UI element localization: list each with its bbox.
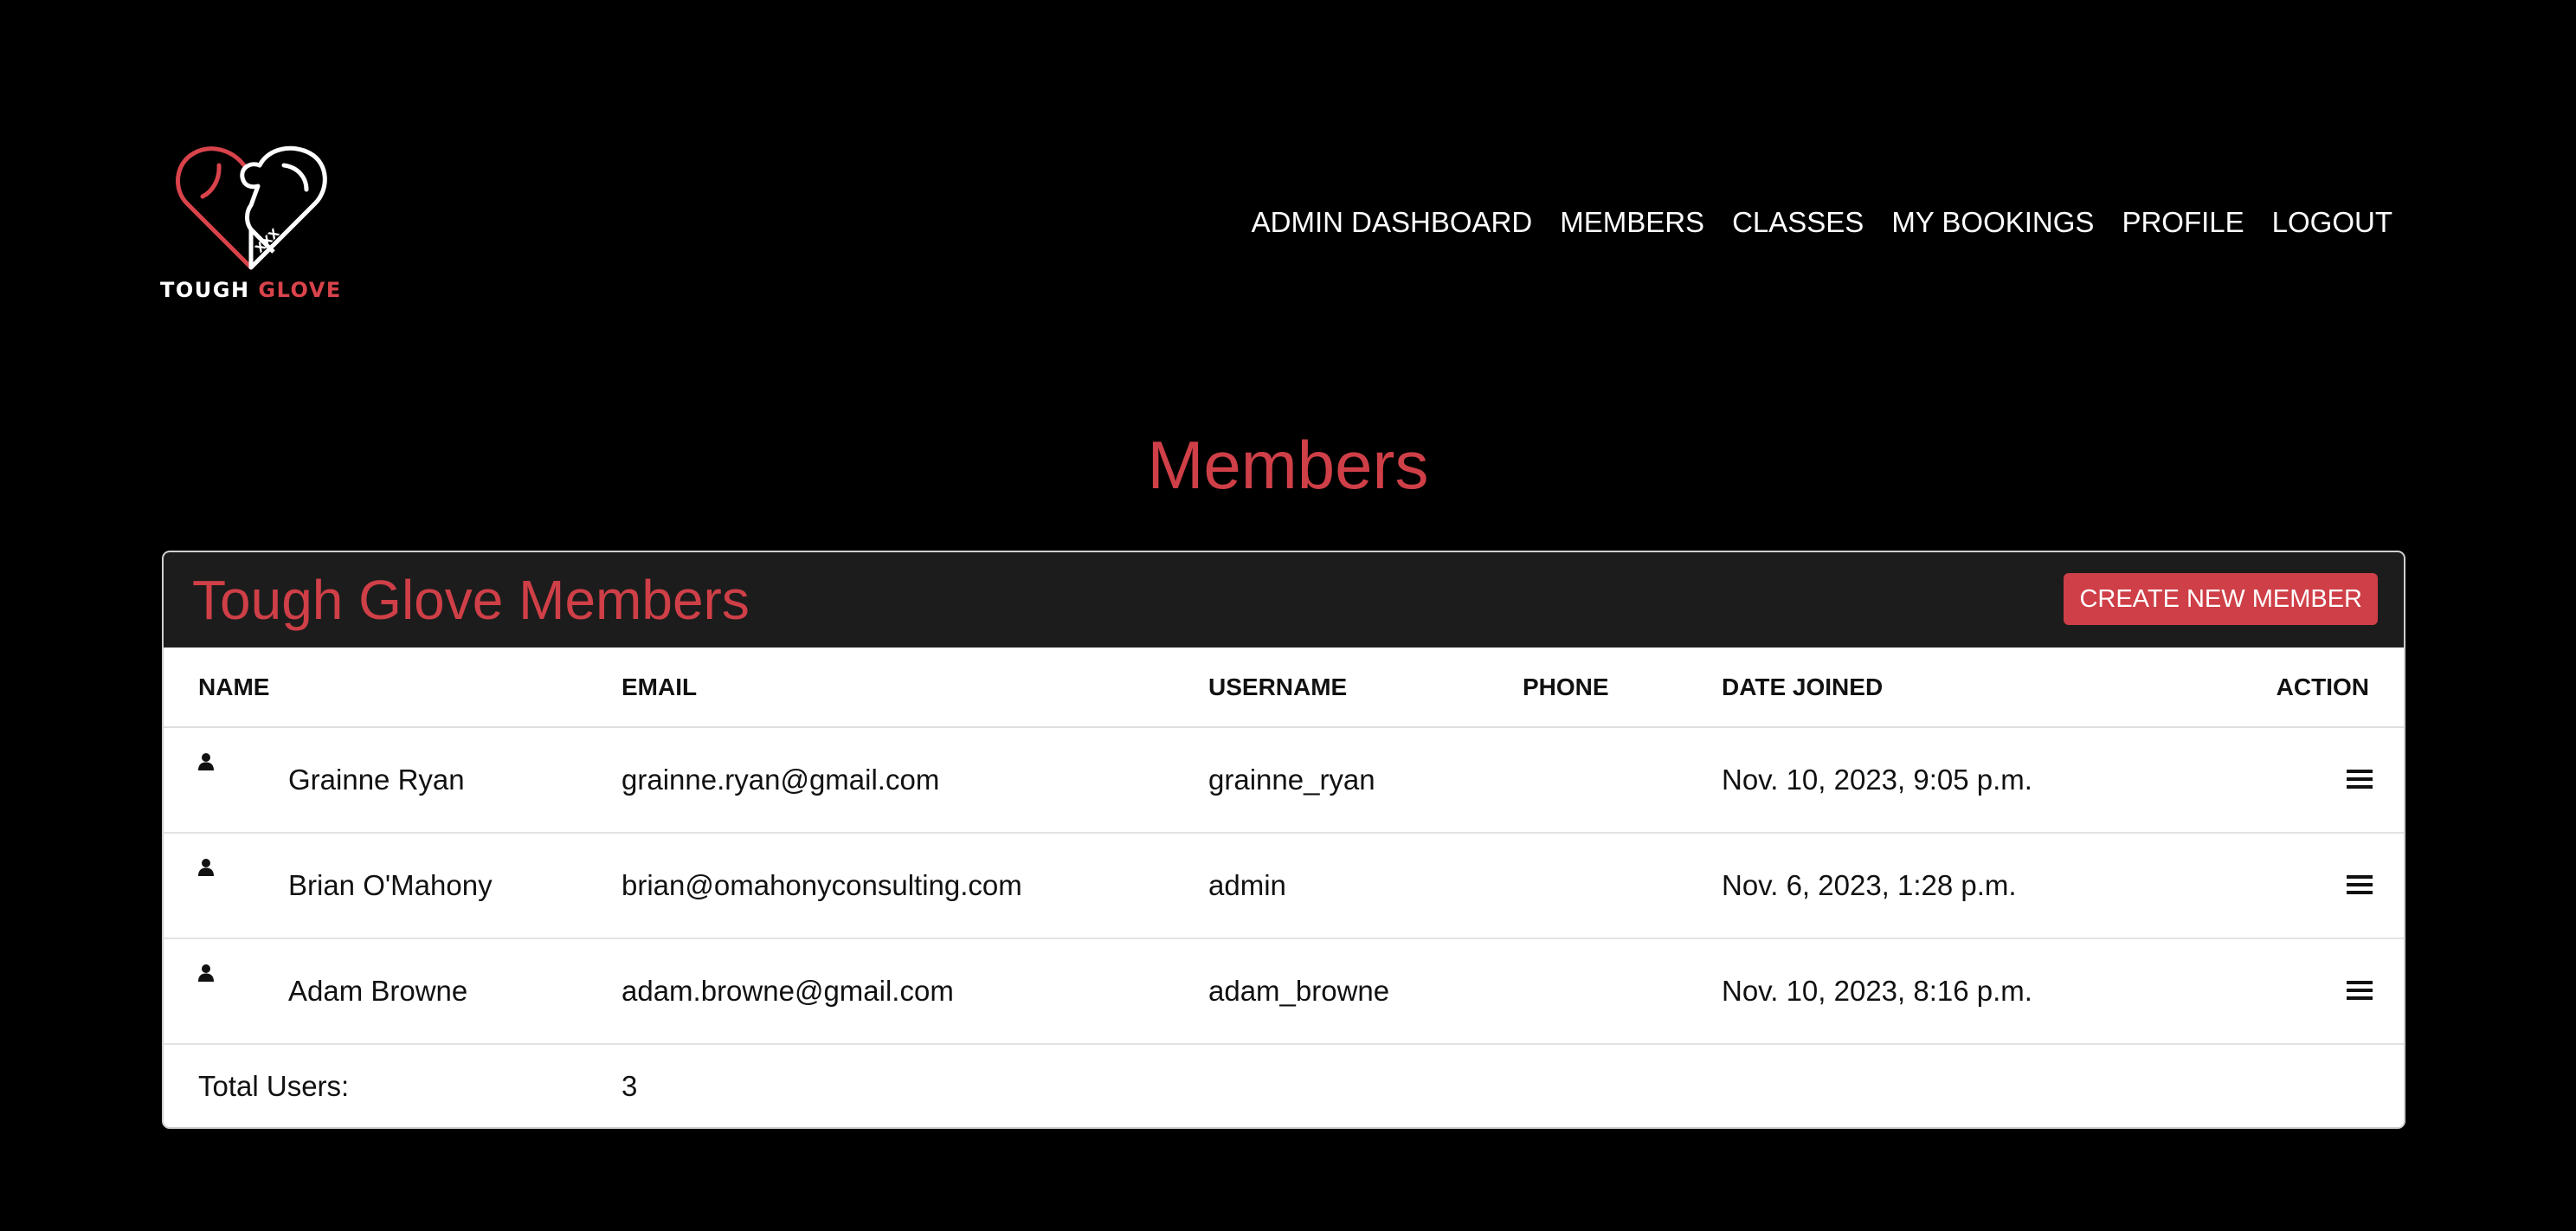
member-action-cell — [2241, 833, 2404, 939]
nav-admin-dashboard[interactable]: ADMIN DASHBOARD — [1252, 206, 1533, 239]
boxing-glove-heart-icon: XXX — [176, 145, 327, 270]
member-email: adam.browne@gmail.com — [621, 938, 1208, 1045]
member-action-cell — [2241, 938, 2404, 1045]
member-name-cell: Grainne Ryan — [164, 727, 621, 834]
card-header: Tough Glove Members CREATE NEW MEMBER — [164, 552, 2404, 648]
table-row[interactable]: Grainne Ryan grainne.ryan@gmail.com grai… — [164, 727, 2404, 834]
column-header-date-joined[interactable]: DATE JOINED — [1722, 648, 2241, 728]
member-name: Adam Browne — [288, 975, 468, 1007]
nav-classes[interactable]: CLASSES — [1732, 206, 1864, 239]
member-action-cell — [2241, 727, 2404, 834]
member-name-cell: Brian O'Mahony — [164, 833, 621, 939]
member-phone — [1523, 938, 1722, 1045]
nav-my-bookings[interactable]: MY BOOKINGS — [1891, 206, 2094, 239]
menu-icon[interactable] — [2347, 874, 2373, 895]
column-header-action: ACTION — [2241, 648, 2404, 728]
create-new-member-button[interactable]: CREATE NEW MEMBER — [2064, 573, 2378, 625]
members-table: NAME EMAIL USERNAME PHONE DATE JOINED AC… — [164, 648, 2404, 1127]
menu-icon[interactable] — [2347, 980, 2373, 1001]
member-phone — [1523, 833, 1722, 939]
brand-name: TOUGH GLOVE — [160, 278, 342, 302]
member-name: Grainne Ryan — [288, 764, 465, 796]
total-empty-cell — [1722, 1044, 2241, 1127]
member-email: brian@omahonyconsulting.com — [621, 833, 1208, 939]
member-phone — [1523, 727, 1722, 834]
nav-logout[interactable]: LOGOUT — [2272, 206, 2392, 239]
menu-icon[interactable] — [2347, 769, 2373, 790]
member-date-joined: Nov. 6, 2023, 1:28 p.m. — [1722, 833, 2241, 939]
column-header-name[interactable]: NAME — [164, 648, 621, 728]
total-empty-cell — [2241, 1044, 2404, 1127]
card-title: Tough Glove Members — [192, 569, 750, 631]
total-users-value: 3 — [621, 1069, 638, 1102]
main-nav: ADMIN DASHBOARD MEMBERS CLASSES MY BOOKI… — [1252, 206, 2392, 239]
brand-logo[interactable]: XXX TOUGH GLOVE — [160, 143, 342, 307]
brand-name-red: GLOVE — [258, 278, 342, 302]
total-empty-cell — [1208, 1044, 1523, 1127]
total-users-row: Total Users: 3 — [164, 1044, 2404, 1127]
member-username: grainne_ryan — [1208, 727, 1523, 834]
page-title: Members — [1147, 427, 1429, 503]
table-row[interactable]: Adam Browne adam.browne@gmail.com adam_b… — [164, 938, 2404, 1045]
table-row[interactable]: Brian O'Mahony brian@omahonyconsulting.c… — [164, 833, 2404, 939]
member-date-joined: Nov. 10, 2023, 9:05 p.m. — [1722, 727, 2241, 834]
nav-members[interactable]: MEMBERS — [1560, 206, 1704, 239]
member-name: Brian O'Mahony — [288, 869, 493, 901]
member-name-cell: Adam Browne — [164, 938, 621, 1045]
user-icon — [198, 753, 214, 770]
members-card: Tough Glove Members CREATE NEW MEMBER NA… — [162, 551, 2405, 1129]
total-users-label: Total Users: — [198, 1069, 350, 1102]
member-email: grainne.ryan@gmail.com — [621, 727, 1208, 834]
member-username: adam_browne — [1208, 938, 1523, 1045]
user-icon — [198, 964, 214, 982]
column-header-phone[interactable]: PHONE — [1523, 648, 1722, 728]
nav-profile[interactable]: PROFILE — [2122, 206, 2244, 239]
column-header-email[interactable]: EMAIL — [621, 648, 1208, 728]
column-header-username[interactable]: USERNAME — [1208, 648, 1523, 728]
brand-name-white: TOUGH — [160, 278, 250, 302]
member-date-joined: Nov. 10, 2023, 8:16 p.m. — [1722, 938, 2241, 1045]
table-header-row: NAME EMAIL USERNAME PHONE DATE JOINED AC… — [164, 648, 2404, 728]
total-empty-cell — [1523, 1044, 1722, 1127]
member-username: admin — [1208, 833, 1523, 939]
user-icon — [198, 859, 214, 876]
